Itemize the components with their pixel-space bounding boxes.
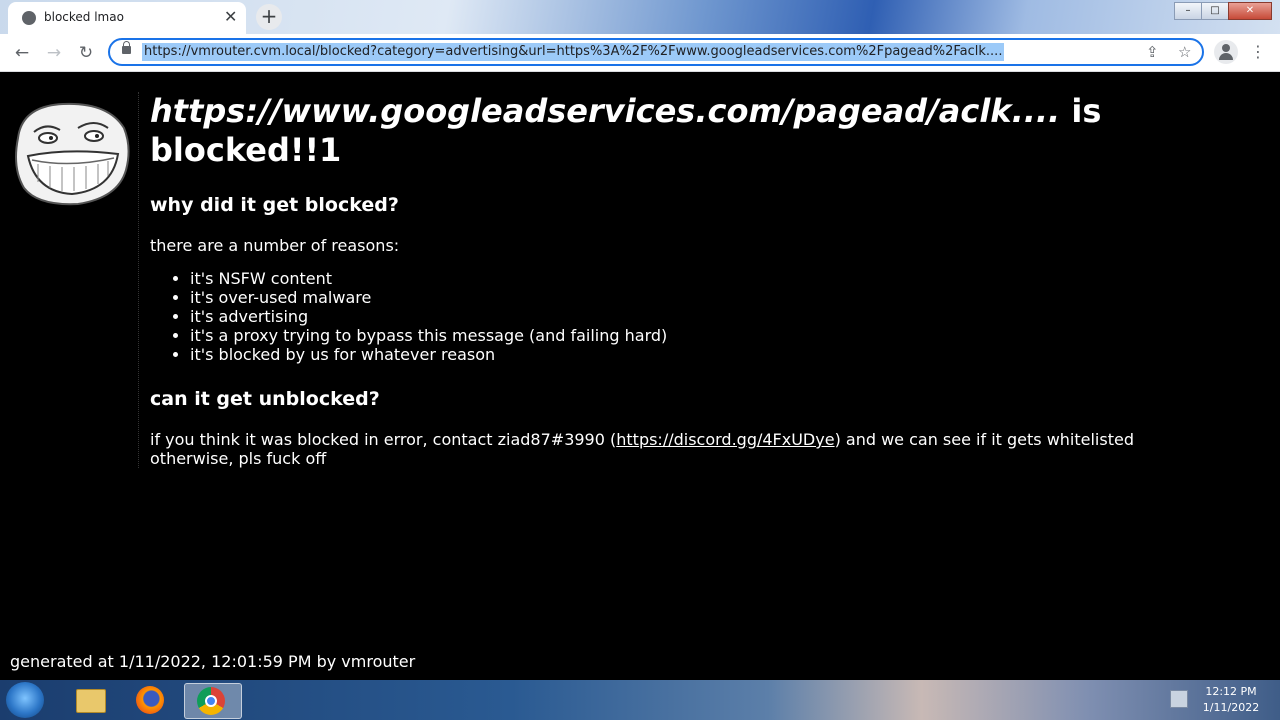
chrome-button[interactable] [184,683,242,719]
why-heading: why did it get blocked? [150,194,399,216]
network-tray-icon[interactable] [1170,690,1188,708]
contact-line2: otherwise, pls fuck off [150,449,327,468]
unblock-heading: can it get unblocked? [150,388,380,410]
clock-time: 12:12 PM [1205,685,1257,698]
page-body: https://www.googleadservices.com/pagead/… [0,72,1280,680]
profile-avatar[interactable] [1214,40,1238,64]
tab-close-icon[interactable]: ✕ [224,7,237,26]
window-title-bar: blocked lmao ✕ + – □ ✕ [0,0,1280,34]
clock-date: 1/11/2022 [1202,701,1260,714]
address-bar[interactable]: https://vmrouter.cvm.local/blocked?categ… [108,38,1204,66]
contact-prefix: if you think it was blocked in error, co… [150,430,617,449]
list-item: it's a proxy trying to bypass this messa… [190,326,1270,345]
back-button[interactable]: ← [11,42,33,64]
reasons-intro: there are a number of reasons: [150,236,400,255]
browser-menu-icon[interactable]: ⋮ [1250,42,1266,61]
start-orb-icon[interactable] [6,682,44,718]
minimize-button[interactable]: – [1174,2,1202,20]
share-icon[interactable]: ⇪ [1146,43,1159,61]
list-item: it's blocked by us for whatever reason [190,345,1270,364]
contact-paragraph: if you think it was blocked in error, co… [150,430,1270,468]
forward-button[interactable]: → [43,42,65,64]
list-item: it's advertising [190,307,1270,326]
contact-suffix: ) and we can see if it gets whitelisted [834,430,1134,449]
firefox-button[interactable] [126,683,176,717]
reasons-list: it's NSFW content it's over-used malware… [150,269,1270,364]
footer-text: generated at 1/11/2022, 12:01:59 PM by v… [10,652,416,671]
blocked-message: https://www.googleadservices.com/pagead/… [138,92,1270,468]
browser-toolbar: ← → ↻ https://vmrouter.cvm.local/blocked… [0,34,1280,72]
tab-title: blocked lmao [44,10,124,24]
close-window-button[interactable]: ✕ [1228,2,1272,20]
page-title: https://www.googleadservices.com/pagead/… [150,92,1270,170]
blocked-url: https://www.googleadservices.com/pagead/… [150,92,1061,130]
browser-tab[interactable]: blocked lmao ✕ [8,2,246,34]
list-item: it's NSFW content [190,269,1270,288]
chrome-icon [197,687,225,715]
discord-link[interactable]: https://discord.gg/4FxUDye [616,430,834,449]
new-tab-button[interactable]: + [256,4,282,30]
folder-icon [76,689,106,713]
firefox-icon [136,686,164,714]
trollface-image [15,102,130,206]
reload-button[interactable]: ↻ [75,42,97,64]
maximize-button[interactable]: □ [1201,2,1229,20]
url-text[interactable]: https://vmrouter.cvm.local/blocked?categ… [142,43,1005,61]
lock-icon[interactable] [122,41,131,54]
list-item: it's over-used malware [190,288,1270,307]
taskbar-clock[interactable]: 12:12 PM 1/11/2022 [1196,684,1266,716]
file-explorer-button[interactable] [62,683,112,717]
bookmark-star-icon[interactable]: ☆ [1178,43,1191,61]
window-controls: – □ ✕ [1174,2,1272,20]
taskbar: 12:12 PM 1/11/2022 [0,680,1280,720]
globe-icon [22,11,36,25]
